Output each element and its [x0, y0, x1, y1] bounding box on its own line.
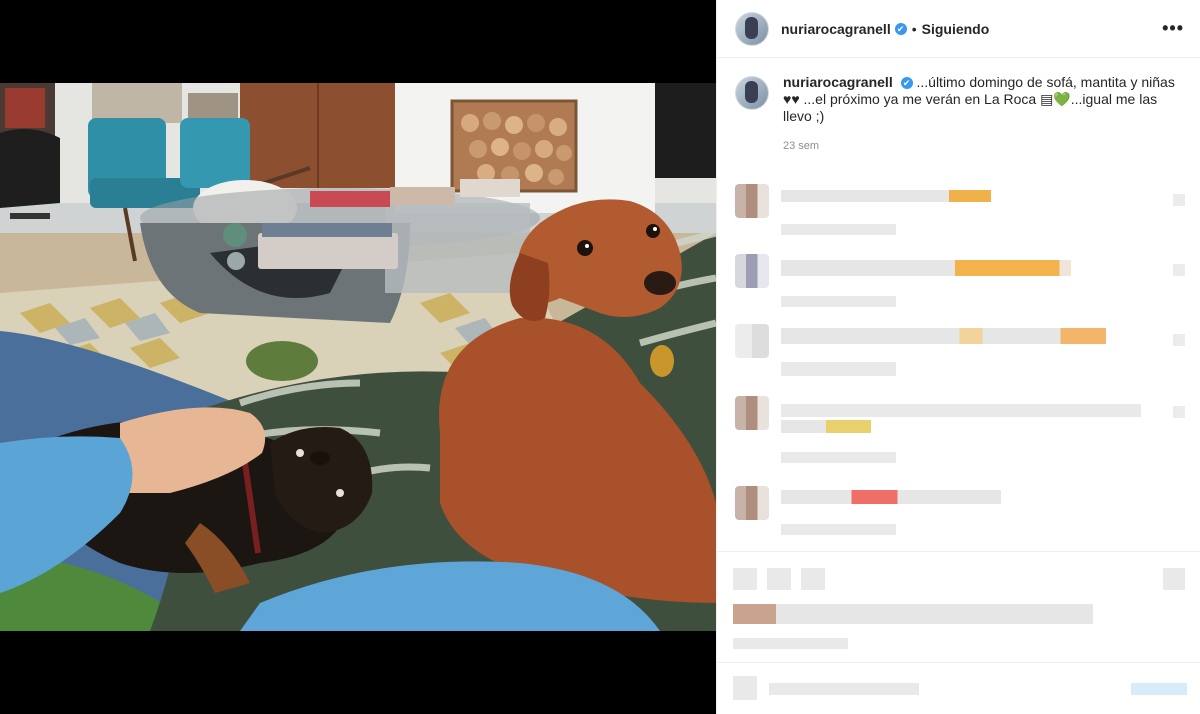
comment-avatar [735, 254, 769, 288]
like-icon[interactable] [733, 568, 757, 590]
actions-divider [717, 551, 1200, 552]
comment-avatar [735, 486, 769, 520]
more-options-icon[interactable]: ••• [1162, 18, 1184, 39]
comment-meta-obscured [781, 224, 896, 235]
comment-text-obscured [781, 328, 1106, 344]
verified-badge-icon: ✔ [894, 22, 907, 35]
share-icon[interactable] [801, 568, 825, 590]
header-separator: • [911, 20, 917, 37]
comment-meta-obscured [781, 524, 896, 535]
comment-text-obscured [781, 190, 991, 202]
comment-input-divider [717, 662, 1200, 663]
caption-verified-badge-icon: ✔ [900, 77, 913, 90]
like-comment-icon[interactable] [1173, 264, 1185, 276]
comment-avatar [735, 184, 769, 218]
comment-input[interactable] [769, 683, 919, 695]
comment-text-obscured-line2 [781, 420, 871, 433]
emoji-icon[interactable] [733, 676, 757, 700]
save-icon[interactable] [1163, 568, 1185, 590]
like-comment-icon[interactable] [1173, 194, 1185, 206]
comment-icon[interactable] [767, 568, 791, 590]
author-avatar[interactable] [735, 11, 769, 46]
following-button[interactable]: Siguiendo [922, 21, 990, 37]
instagram-post-view: nuriarocagranell ✔ • Siguiendo ••• nuria… [0, 0, 1200, 714]
like-comment-icon[interactable] [1173, 406, 1185, 418]
comment-avatar [735, 396, 769, 430]
post-date-obscured [733, 638, 848, 649]
comment-text-obscured [781, 260, 1071, 276]
publish-button[interactable] [1131, 683, 1187, 695]
post-sidebar: nuriarocagranell ✔ • Siguiendo ••• nuria… [716, 0, 1200, 714]
photo-illustration [0, 83, 716, 631]
caption-username[interactable]: nuriarocagranell [783, 74, 893, 90]
caption-author-avatar[interactable] [735, 76, 769, 110]
post-media-area [0, 0, 716, 714]
comment-text-obscured [781, 404, 1141, 417]
post-photo[interactable] [0, 83, 716, 631]
author-username[interactable]: nuriarocagranell [781, 21, 891, 37]
post-caption: nuriarocagranell ✔ ...último domingo de … [717, 58, 1200, 155]
post-header: nuriarocagranell ✔ • Siguiendo ••• [717, 0, 1200, 58]
comment-text-obscured [781, 490, 1001, 504]
like-comment-icon[interactable] [1173, 334, 1185, 346]
post-timestamp[interactable]: 23 sem [783, 138, 1182, 155]
comment-meta-obscured [781, 362, 896, 376]
comment-avatar [735, 324, 769, 358]
comment-meta-obscured [781, 452, 896, 463]
comment-meta-obscured [781, 296, 896, 307]
likes-summary-obscured [733, 604, 1093, 624]
